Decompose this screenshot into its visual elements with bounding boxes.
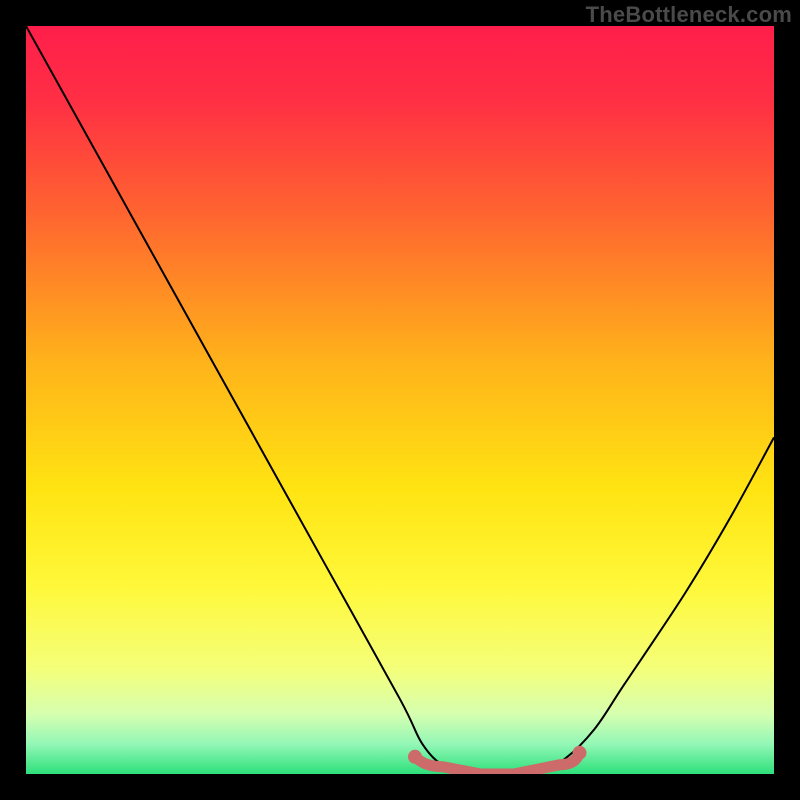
marker-endcap [573, 746, 587, 760]
marker-endcap [408, 750, 422, 764]
gradient-background [26, 26, 774, 774]
chart-svg [26, 26, 774, 774]
watermark-text: TheBottleneck.com [586, 2, 792, 28]
plot-area [26, 26, 774, 774]
chart-frame: TheBottleneck.com [0, 0, 800, 800]
